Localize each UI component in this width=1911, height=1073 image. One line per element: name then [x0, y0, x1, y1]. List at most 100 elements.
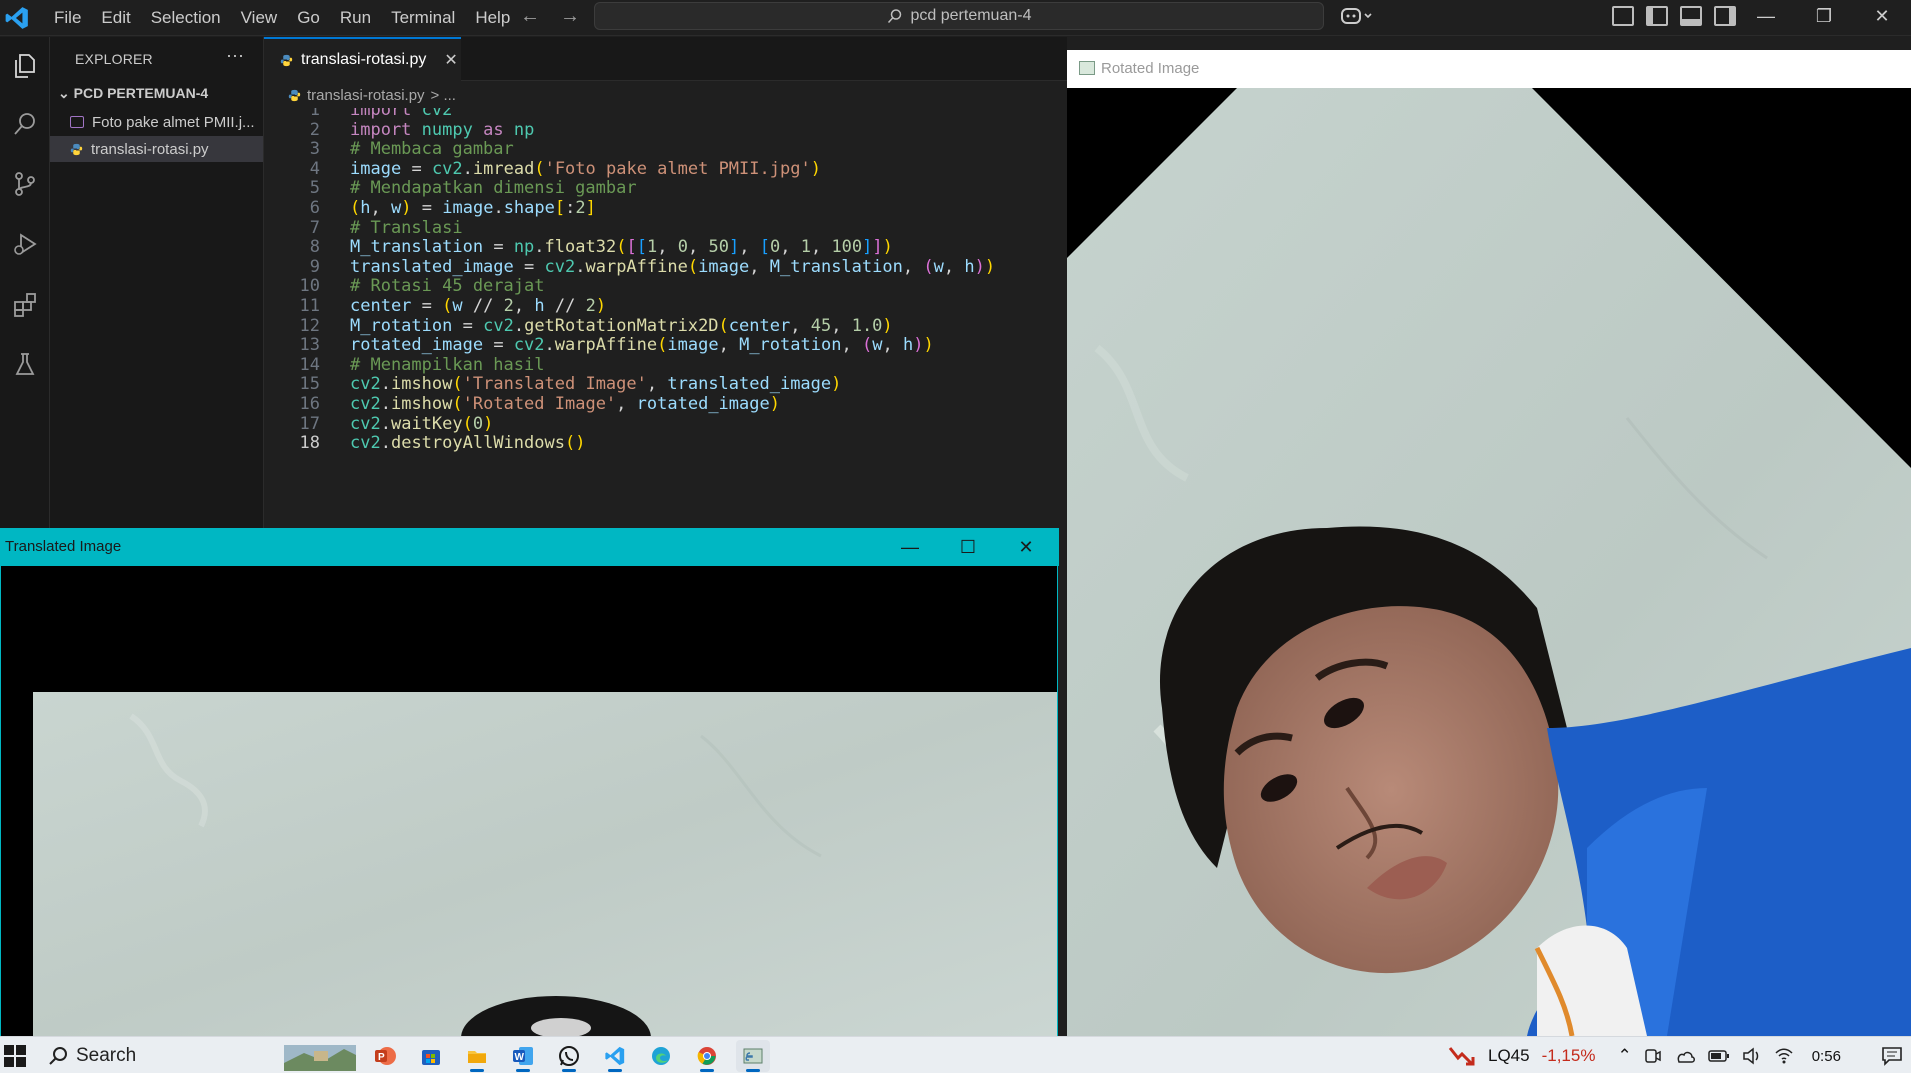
- line-number: 2: [309, 119, 320, 140]
- menu-terminal[interactable]: Terminal: [381, 6, 465, 30]
- chrome-icon[interactable]: [690, 1040, 724, 1072]
- explorer-file-python[interactable]: translasi-rotasi.py: [50, 136, 263, 162]
- start-button[interactable]: [4, 1045, 26, 1067]
- line-content: cv2.imshow('Rotated Image', rotated_imag…: [350, 394, 780, 414]
- toggle-panel-icon[interactable]: [1680, 6, 1702, 26]
- search-sidebar-icon[interactable]: [6, 105, 44, 143]
- source-control-icon[interactable]: [6, 165, 44, 203]
- translated-window-titlebar[interactable]: Translated Image — ☐ ✕: [1, 528, 1059, 566]
- toggle-primary-sidebar-icon[interactable]: [1646, 6, 1668, 26]
- line-number: 10: [299, 276, 320, 297]
- line-content: # Translasi: [350, 217, 463, 238]
- explorer-file-image[interactable]: Foto pake almet PMII.j...: [50, 109, 263, 135]
- edge-icon[interactable]: [644, 1040, 678, 1072]
- minimize-button[interactable]: —: [1737, 0, 1795, 32]
- tab-translasi-rotasi[interactable]: translasi-rotasi.py ✕: [264, 37, 461, 81]
- explorer-icon[interactable]: [6, 47, 44, 85]
- svg-text:W: W: [515, 1052, 525, 1063]
- run-debug-icon[interactable]: [6, 225, 44, 263]
- layout-controls: [1612, 6, 1736, 26]
- menu-help[interactable]: Help: [465, 6, 520, 30]
- explorer-more-actions-icon[interactable]: ···: [226, 45, 244, 66]
- line-number: 1: [309, 108, 320, 120]
- command-center-search[interactable]: pcd pertemuan-4: [594, 2, 1324, 30]
- line-content: cv2.waitKey(0): [350, 413, 494, 434]
- line-number: 4: [309, 158, 320, 179]
- taskbar-search[interactable]: Search: [48, 1045, 136, 1067]
- close-tab-icon[interactable]: ✕: [444, 50, 457, 70]
- breadcrumb-rest[interactable]: > ...: [431, 87, 456, 104]
- line-content: import cv2: [350, 108, 453, 120]
- word-icon[interactable]: W: [506, 1040, 540, 1072]
- menu-view[interactable]: View: [231, 6, 288, 30]
- menu-selection[interactable]: Selection: [141, 6, 231, 30]
- line-number: 9: [309, 256, 320, 277]
- menu-file[interactable]: File: [44, 6, 91, 30]
- nav-arrows: ← →: [520, 5, 580, 28]
- code-editor[interactable]: 1 import cv2 2 import numpy as np 3 # Membaca…: [264, 108, 1067, 528]
- python-file-icon: [70, 143, 83, 155]
- whatsapp-icon[interactable]: [552, 1040, 586, 1072]
- onedrive-cloud-icon[interactable]: [1674, 1048, 1696, 1064]
- code-line[interactable]: 18 cv2.destroyAllWindows(): [264, 433, 1067, 457]
- python-window-icon[interactable]: [736, 1040, 770, 1072]
- menu-go[interactable]: Go: [287, 6, 330, 30]
- rotated-window-titlebar[interactable]: Rotated Image: [1067, 50, 1911, 88]
- line-content: (h, w) = image.shape[:2]: [350, 198, 596, 218]
- meet-now-icon[interactable]: [1644, 1047, 1662, 1065]
- testing-flask-icon[interactable]: [6, 345, 44, 383]
- line-content: cv2.destroyAllWindows(): [350, 433, 586, 454]
- battery-icon[interactable]: [1707, 1049, 1730, 1063]
- rotated-image-canvas: [1067, 88, 1911, 1036]
- line-number: 16: [299, 394, 320, 414]
- wifi-icon[interactable]: [1774, 1047, 1794, 1065]
- window-icon: [1079, 61, 1095, 75]
- taskbar: Search P W LQ45 -1,15% ⌃ 0:56: [0, 1036, 1911, 1073]
- picture-thumbnail-app[interactable]: [284, 1040, 356, 1072]
- line-number: 11: [299, 296, 320, 316]
- file-explorer-icon[interactable]: [460, 1040, 494, 1072]
- notifications-icon[interactable]: [1881, 1046, 1903, 1066]
- line-content: rotated_image = cv2.warpAffine(image, M_…: [350, 335, 934, 356]
- window-title: Rotated Image: [1101, 60, 1200, 77]
- line-number: 13: [299, 335, 320, 356]
- vscode-icon[interactable]: [598, 1040, 632, 1072]
- workspace-folder[interactable]: ⌄ PCD PERTEMUAN-4: [58, 85, 208, 102]
- powerpoint-icon[interactable]: P: [368, 1040, 402, 1072]
- line-content: # Mendapatkan dimensi gambar: [350, 178, 637, 199]
- file-name: translasi-rotasi.py: [91, 140, 209, 158]
- line-number: 17: [299, 413, 320, 434]
- line-content: M_rotation = cv2.getRotationMatrix2D(cen…: [350, 315, 893, 336]
- line-content: import numpy as np: [350, 119, 535, 140]
- stock-chart-icon[interactable]: [1448, 1044, 1476, 1068]
- line-number: 7: [309, 217, 320, 238]
- maximize-button[interactable]: ☐: [939, 528, 997, 566]
- chevron-up-icon[interactable]: ⌃: [1617, 1046, 1631, 1066]
- close-button[interactable]: ✕: [1853, 0, 1911, 32]
- minimize-button[interactable]: —: [881, 528, 939, 566]
- python-file-icon: [288, 89, 301, 101]
- system-tray: LQ45 -1,15% ⌃ 0:56: [1448, 1044, 1903, 1068]
- menu-edit[interactable]: Edit: [91, 6, 140, 30]
- stock-change[interactable]: -1,15%: [1542, 1046, 1596, 1066]
- stock-name[interactable]: LQ45: [1488, 1046, 1530, 1066]
- forward-arrow-icon[interactable]: →: [560, 5, 580, 28]
- clock[interactable]: 0:56: [1812, 1048, 1841, 1065]
- translated-image-canvas: [1, 566, 1057, 1036]
- back-arrow-icon[interactable]: ←: [520, 5, 540, 28]
- toggle-secondary-sidebar-icon[interactable]: [1714, 6, 1736, 26]
- menu-run[interactable]: Run: [330, 6, 381, 30]
- volume-icon[interactable]: [1742, 1047, 1762, 1065]
- search-icon: [887, 9, 901, 24]
- extensions-icon[interactable]: [6, 285, 44, 323]
- chevron-down-icon: ⌄: [58, 85, 70, 101]
- restore-button[interactable]: ❐: [1795, 0, 1853, 32]
- title-bar: File Edit Selection View Go Run Terminal…: [0, 0, 1911, 36]
- search-label: Search: [76, 1045, 137, 1066]
- customize-layout-icon[interactable]: [1612, 6, 1634, 26]
- breadcrumb-file[interactable]: translasi-rotasi.py: [307, 87, 425, 104]
- copilot-icon[interactable]: [1340, 5, 1374, 32]
- explorer-header: EXPLORER: [75, 51, 153, 67]
- close-button[interactable]: ✕: [997, 528, 1055, 566]
- store-icon[interactable]: [414, 1040, 448, 1072]
